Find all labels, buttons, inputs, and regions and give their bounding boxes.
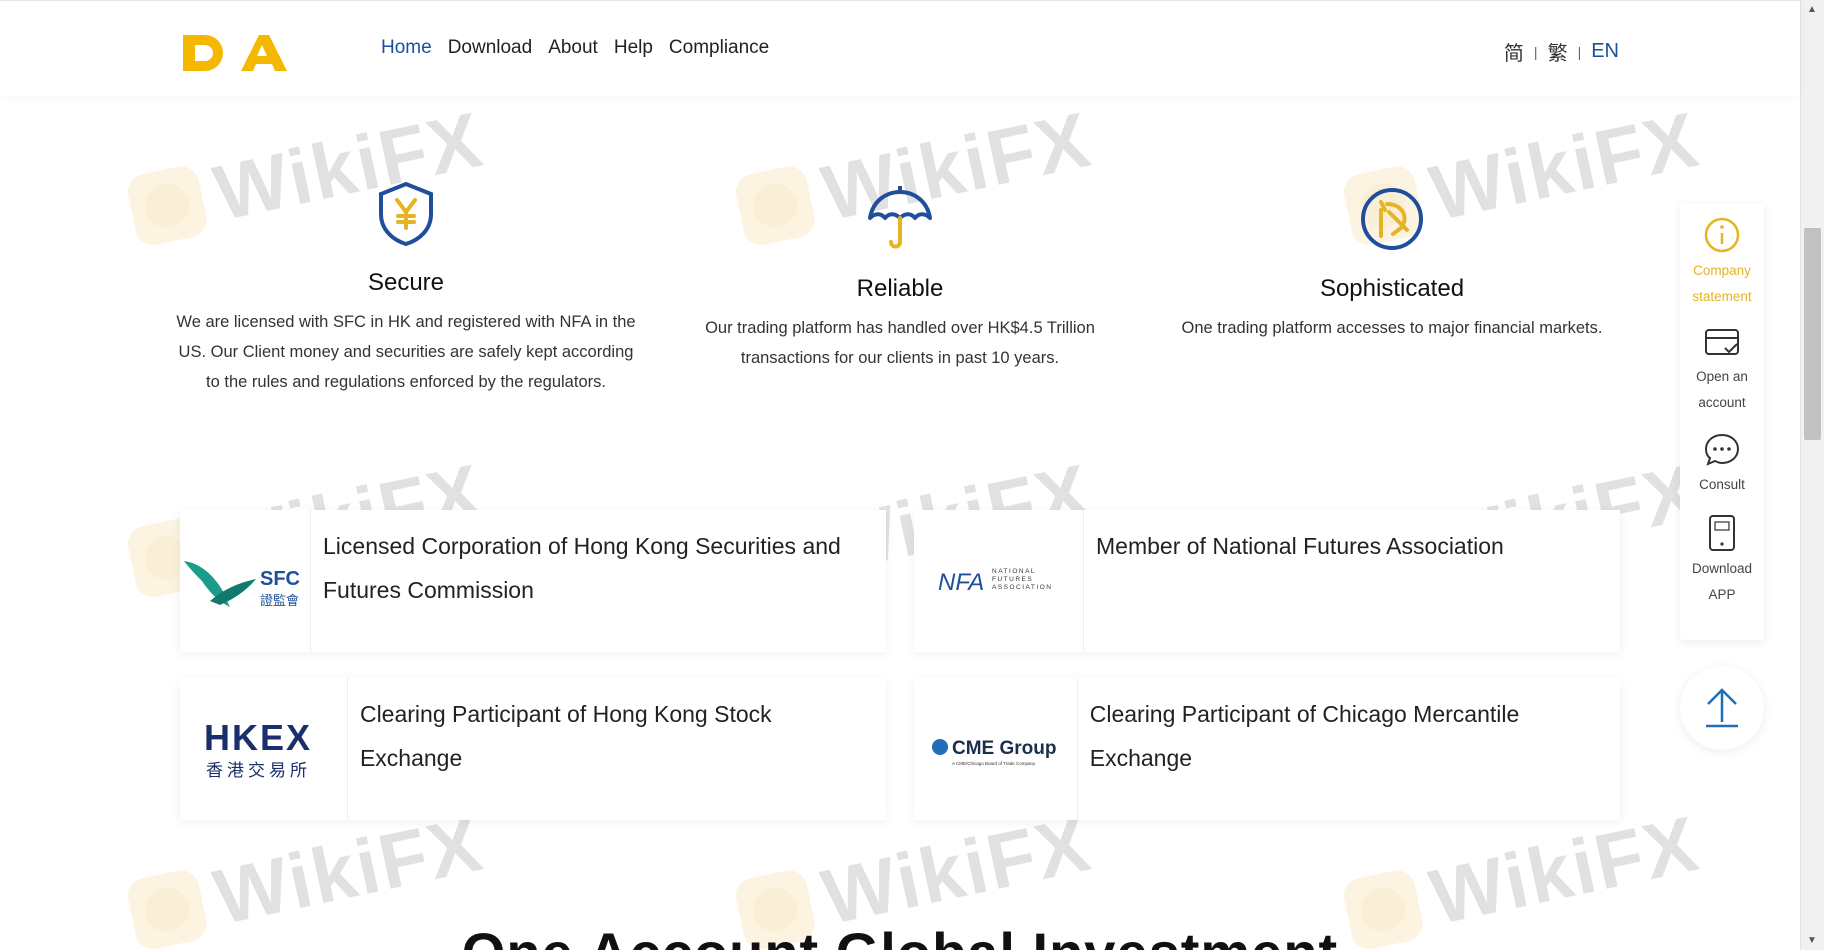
card-text: Member of National Futures Association bbox=[1096, 533, 1504, 559]
lang-simplified[interactable]: 简 bbox=[1504, 37, 1524, 66]
feature-sophisticated: Sophisticated One trading platform acces… bbox=[1152, 184, 1632, 343]
card-check-icon bbox=[1705, 329, 1739, 355]
card-cme: CME Group A CME/Chicago Board of Trade C… bbox=[914, 678, 1620, 820]
svg-text:CME Group: CME Group bbox=[952, 738, 1057, 759]
cme-logo: CME Group A CME/Chicago Board of Trade C… bbox=[914, 678, 1078, 820]
company-statement-label: Company statement bbox=[1692, 263, 1752, 304]
shield-yen-icon bbox=[379, 181, 433, 247]
feature-secure: Secure We are licensed with SFC in HK an… bbox=[176, 178, 636, 397]
sfc-logo: SFC 證監會 bbox=[180, 510, 311, 652]
info-icon bbox=[1704, 217, 1740, 253]
nav-download[interactable]: Download bbox=[448, 37, 533, 59]
feature-title: Sophisticated bbox=[1319, 275, 1465, 302]
feature-desc: We are licensed with SFC in HK and regis… bbox=[176, 313, 636, 391]
side-panel: Company statement Open an account Consul… bbox=[1680, 204, 1764, 640]
umbrella-icon bbox=[868, 186, 932, 249]
main-nav: Home Download About Help Compliance bbox=[381, 37, 769, 59]
scrollbar-thumb[interactable] bbox=[1804, 228, 1821, 440]
card-text: Clearing Participant of Chicago Mercanti… bbox=[1089, 701, 1520, 771]
feature-reliable: Reliable Our trading platform has handle… bbox=[690, 184, 1110, 373]
back-to-top-button[interactable] bbox=[1680, 666, 1764, 750]
site-header: Home Download About Help Compliance 简 | … bbox=[0, 0, 1800, 96]
card-nfa: NFA NATIONAL FUTURES ASSOCIATION Member … bbox=[914, 510, 1620, 652]
lang-separator: | bbox=[1577, 43, 1582, 60]
arrow-up-icon bbox=[1706, 688, 1738, 728]
phone-app-icon bbox=[1709, 515, 1735, 551]
nav-about[interactable]: About bbox=[548, 37, 598, 59]
company-statement-button[interactable]: Company statement bbox=[1680, 216, 1764, 310]
card-hkex: HKEX 香港交易所 Clearing Participant of Hong … bbox=[180, 678, 886, 820]
lang-english[interactable]: EN bbox=[1591, 40, 1619, 63]
consult-label: Consult bbox=[1699, 477, 1745, 492]
section-title: One Account Global Investment bbox=[0, 920, 1800, 950]
chat-icon bbox=[1704, 433, 1740, 466]
open-account-label: Open an account bbox=[1696, 369, 1748, 410]
card-sfc: SFC 證監會 Licensed Corporation of Hong Kon… bbox=[180, 510, 886, 652]
page-scrollbar[interactable]: ▲ ▼ bbox=[1800, 0, 1824, 950]
svg-text:NFA: NFA bbox=[938, 569, 984, 596]
nav-home[interactable]: Home bbox=[381, 37, 432, 59]
scroll-down-icon[interactable]: ▼ bbox=[1807, 935, 1817, 946]
feature-title: Reliable bbox=[856, 275, 944, 302]
chart-circle-icon bbox=[1361, 188, 1423, 250]
nav-help[interactable]: Help bbox=[614, 37, 653, 59]
svg-text:HKEX: HKEX bbox=[204, 717, 312, 758]
da-logo[interactable] bbox=[183, 31, 293, 71]
lang-traditional[interactable]: 繁 bbox=[1548, 37, 1568, 66]
download-app-button[interactable]: Download APP bbox=[1680, 514, 1764, 608]
hkex-logo: HKEX 香港交易所 bbox=[180, 678, 348, 820]
consult-button[interactable]: Consult bbox=[1680, 432, 1764, 498]
feature-desc: Our trading platform has handled over HK… bbox=[705, 319, 1095, 367]
nav-compliance[interactable]: Compliance bbox=[669, 37, 769, 59]
open-account-button[interactable]: Open an account bbox=[1680, 326, 1764, 416]
feature-title: Secure bbox=[367, 269, 445, 296]
nfa-logo: NFA NATIONAL FUTURES ASSOCIATION bbox=[914, 510, 1084, 652]
card-text: Licensed Corporation of Hong Kong Securi… bbox=[323, 533, 841, 603]
scroll-up-icon[interactable]: ▲ bbox=[1807, 4, 1817, 15]
svg-text:SFC: SFC bbox=[260, 568, 300, 590]
feature-desc: One trading platform accesses to major f… bbox=[1181, 319, 1603, 337]
card-text: Clearing Participant of Hong Kong Stock … bbox=[359, 701, 772, 771]
svg-text:證監會: 證監會 bbox=[260, 593, 299, 609]
download-app-label: Download APP bbox=[1691, 561, 1753, 602]
svg-text:A CME/Chicago Board of Trade C: A CME/Chicago Board of Trade Company bbox=[952, 761, 1036, 766]
svg-text:香港交易所: 香港交易所 bbox=[206, 761, 311, 781]
lang-separator: | bbox=[1533, 43, 1538, 60]
language-switcher: 简 | 繁 | EN bbox=[1504, 37, 1619, 66]
